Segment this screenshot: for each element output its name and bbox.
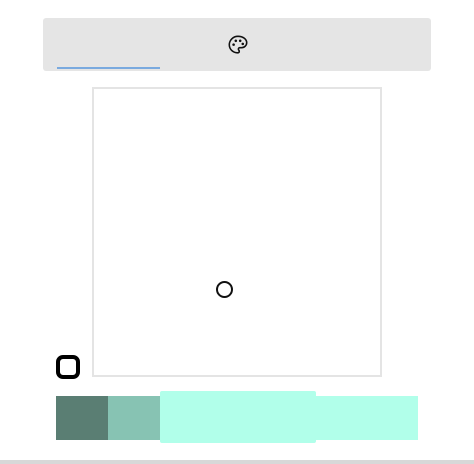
swatch-light-mint[interactable] (315, 396, 418, 440)
swatch-selected-mint[interactable] (160, 391, 316, 443)
swatch-medium-teal[interactable] (108, 396, 160, 440)
palette-icon (228, 35, 248, 54)
active-tab-indicator (57, 67, 160, 69)
swatch-strip (56, 391, 418, 443)
swatch-dark-teal[interactable] (56, 396, 108, 440)
color-toggle-handle[interactable] (56, 355, 80, 379)
tab-3[interactable] (317, 18, 419, 71)
color-picker-cursor[interactable] (216, 281, 233, 298)
color-field[interactable] (92, 87, 382, 377)
toolbar (43, 18, 431, 71)
tab-1[interactable] (57, 18, 159, 71)
bottom-divider (0, 460, 474, 464)
tab-palette[interactable] (159, 18, 317, 71)
